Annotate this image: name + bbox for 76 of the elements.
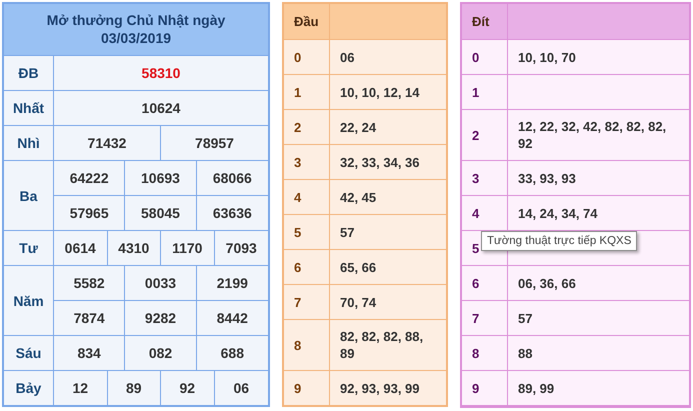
prize-label: Ba bbox=[4, 161, 54, 230]
prize-label: Sáu bbox=[4, 336, 54, 370]
table-cell: 10693 bbox=[125, 161, 197, 195]
table-cell: 2 bbox=[462, 110, 508, 160]
table-cell: 12 bbox=[54, 371, 108, 405]
prize-label: ĐB bbox=[4, 56, 54, 90]
table-cell: 8 bbox=[284, 320, 330, 370]
table-cell: 5582 bbox=[54, 266, 126, 300]
table-title: Mở thưởng Chủ Nhật ngày 03/03/2019 bbox=[4, 4, 268, 56]
table-cell: 834 bbox=[54, 336, 126, 370]
table-cell-text: 82, 82, 82, 88, 89 bbox=[339, 328, 424, 363]
table-cell: 7 bbox=[284, 285, 330, 319]
table-cell: 082 bbox=[125, 336, 197, 370]
table-cell-text: 58310 bbox=[140, 64, 182, 83]
table-cell: 92 bbox=[161, 371, 214, 405]
table-cell: 89 bbox=[108, 371, 161, 405]
table-cell-text: 65, 66 bbox=[339, 258, 378, 276]
table-cell: 5 bbox=[284, 215, 330, 249]
table-cell: 6 bbox=[462, 266, 508, 300]
table-cell: 7874 bbox=[54, 301, 126, 335]
table-cell-text: 06, 36, 66 bbox=[517, 274, 577, 292]
table-cell: 9282 bbox=[125, 301, 197, 335]
table-cell: 8 bbox=[462, 336, 508, 370]
table-cell: 4 bbox=[462, 196, 508, 230]
table-cell-text: 7093 bbox=[224, 239, 258, 258]
table-cell-text: 10624 bbox=[140, 99, 182, 118]
prize-label: Tư bbox=[4, 231, 54, 265]
table-cell: 2 bbox=[284, 110, 330, 144]
prize-label: Nhì bbox=[4, 126, 54, 160]
table-cell-text: 88 bbox=[517, 344, 534, 362]
table-cell-text: 63636 bbox=[212, 204, 253, 223]
table-cell-text: 78957 bbox=[194, 134, 235, 153]
table-cell-text: 92, 93, 93, 99 bbox=[339, 380, 421, 398]
table-cell-text: 89, 99 bbox=[517, 380, 556, 398]
table-cell-text: 57 bbox=[517, 310, 534, 328]
tooltip: Tường thuật trực tiếp KQXS bbox=[481, 231, 638, 251]
table-cell-text: 8442 bbox=[216, 309, 249, 328]
table-cell-text: 42, 45 bbox=[339, 188, 378, 206]
table-cell-text: 688 bbox=[220, 344, 245, 363]
table-cell-text: 10, 10, 70 bbox=[517, 48, 577, 66]
table-cell: 0 bbox=[284, 40, 330, 74]
table-header: Đầu bbox=[284, 4, 330, 39]
table-cell-text: 2199 bbox=[216, 274, 249, 293]
table-cell-text: 57 bbox=[339, 224, 356, 242]
table-cell-text: 22, 24 bbox=[339, 118, 378, 136]
table-cell-text: 06 bbox=[232, 379, 250, 398]
table-cell-text: 32, 33, 34, 36 bbox=[339, 154, 421, 172]
table-cell-text: 06 bbox=[339, 48, 356, 66]
table-header: Đít bbox=[462, 4, 508, 39]
table-cell: 6 bbox=[284, 250, 330, 284]
table-cell: 3 bbox=[284, 145, 330, 179]
table-cell: 7 bbox=[462, 301, 508, 335]
table-cell: 4 bbox=[284, 180, 330, 214]
table-cell-text: 12, 22, 32, 42, 82, 82, 82, 92 bbox=[517, 118, 668, 153]
table-cell: 3 bbox=[462, 161, 508, 195]
table-cell: 64222 bbox=[54, 161, 126, 195]
table-cell: 1 bbox=[462, 75, 508, 109]
table-cell-text: 70, 74 bbox=[339, 294, 378, 312]
table-cell: 4310 bbox=[108, 231, 161, 265]
prize-label: Nhất bbox=[4, 91, 54, 125]
prize-label: Bảy bbox=[4, 371, 54, 405]
table-cell: 9 bbox=[284, 371, 330, 405]
prize-label: Năm bbox=[4, 266, 54, 335]
table-cell-text: 14, 24, 34, 74 bbox=[517, 204, 599, 222]
table-cell: 0033 bbox=[125, 266, 197, 300]
table-cell: 0614 bbox=[54, 231, 108, 265]
table-cell: 9 bbox=[462, 371, 508, 405]
table-cell: 1 bbox=[284, 75, 330, 109]
table-cell-text: 68066 bbox=[212, 169, 253, 188]
table-cell: 1170 bbox=[161, 231, 214, 265]
table-cell: 71432 bbox=[54, 126, 161, 160]
table-cell-text: 10, 10, 12, 14 bbox=[339, 84, 421, 102]
table-cell: 57965 bbox=[54, 196, 126, 230]
table-cell: 58045 bbox=[125, 196, 197, 230]
table-cell-text: 33, 93, 93 bbox=[517, 170, 577, 188]
table-cell: 0 bbox=[462, 40, 508, 74]
